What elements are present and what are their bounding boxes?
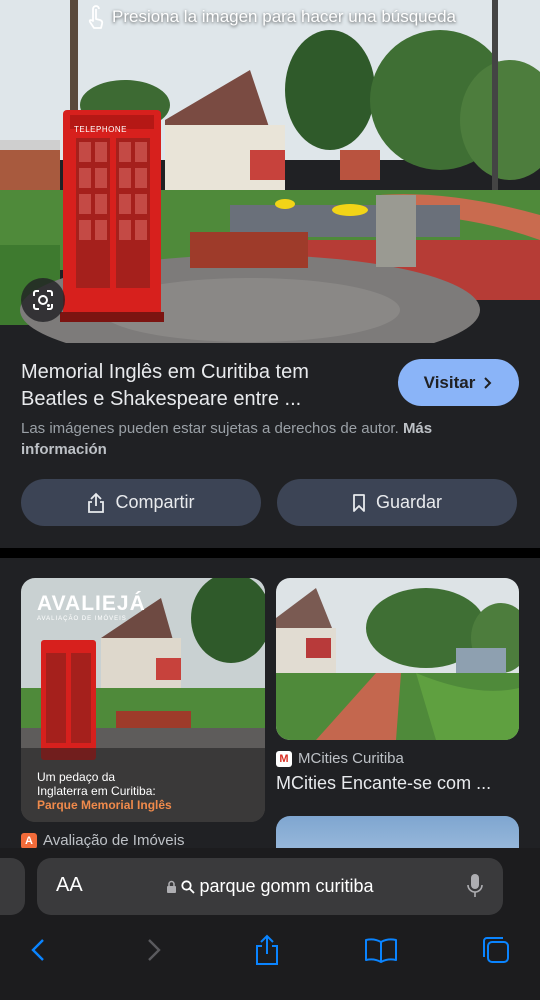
lens-icon [33,290,53,310]
mic-icon[interactable] [467,873,483,899]
related-results: AVALIEJÁ AVALIAÇÃO DE IMÓVEIS Um pedaço … [0,558,540,848]
hero-image[interactable]: TELEPHONE Presiona la imagen para hacer … [0,0,540,343]
telephone-sign: TELEPHONE [74,125,127,134]
lock-icon [167,880,177,893]
copyright-text: Las imágenes pueden estar sujetas a dere… [21,420,399,437]
overlay-line-1: Um pedaço da [37,770,116,784]
save-button[interactable]: Guardar [277,479,517,526]
bookmarks-icon [365,938,397,963]
bookmark-icon [353,493,365,512]
browser-toolbar [0,930,540,970]
visit-label: Visitar [423,372,476,392]
url-text: parque gomm curitiba [199,876,374,896]
share-icon [88,492,105,513]
overlay-caption: Um pedaço da Inglaterra em Curitiba: [37,770,156,798]
related-source-1[interactable]: A Avaliação de Imóveis [21,832,184,848]
search-hint-text: Presiona la imagen para hacer una búsque… [111,7,457,26]
favicon-mcities-icon: M [276,750,292,767]
visit-button[interactable]: Visitar [398,359,519,406]
copyright-notice: Las imágenes pueden estar sujetas a dere… [21,418,501,460]
share-label: Compartir [115,492,195,512]
related-source-1-label: Avaliação de Imóveis [43,832,185,848]
favicon-avaliacao-icon: A [21,832,37,848]
related-source-2[interactable]: M MCities Curitiba [276,750,404,767]
forward-button[interactable] [134,930,174,970]
back-button[interactable] [18,930,58,970]
safari-share-icon [256,934,278,965]
safari-share-button[interactable] [247,930,287,970]
related-image-3[interactable] [276,816,519,848]
search-hint: Presiona la imagen para hacer una búsque… [0,4,540,30]
related-image-2[interactable] [276,578,519,740]
related-image-1[interactable]: AVALIEJÁ AVALIAÇÃO DE IMÓVEIS Um pedaço … [21,578,265,822]
url-field[interactable]: parque gomm curitiba [37,858,503,915]
overlay-line-2: Inglaterra em Curitiba: [37,784,156,798]
bookmarks-button[interactable] [361,930,401,970]
park-photo [0,0,540,343]
tabs-icon [483,937,509,963]
related-title-2[interactable]: MCities Encante-se com ... [276,773,519,794]
result-info-panel: Memorial Inglês em Curitiba tem Beatles … [0,343,540,548]
save-label: Guardar [375,492,443,512]
brand-logo: AVALIEJÁ [37,592,146,615]
share-button[interactable]: Compartir [21,479,261,526]
back-icon [31,939,44,961]
overlay-highlight: Parque Memorial Inglês [37,798,172,812]
related-source-2-label: MCities Curitiba [298,750,404,767]
brand-subtitle: AVALIAÇÃO DE IMÓVEIS [37,616,127,622]
chevron-right-icon [484,376,492,389]
lens-button[interactable] [21,278,65,322]
touch-icon [88,5,104,29]
browser-chrome: AA parque gomm curitiba [0,848,540,1000]
result-title[interactable]: Memorial Inglês em Curitiba tem Beatles … [21,359,371,413]
search-icon [181,879,196,894]
address-bar[interactable]: AA parque gomm curitiba [37,858,503,915]
forward-icon [148,939,161,961]
tabs-button[interactable] [476,930,516,970]
related-photo-2 [276,578,519,740]
section-divider [0,548,540,558]
previous-tab-preview[interactable] [0,858,25,915]
